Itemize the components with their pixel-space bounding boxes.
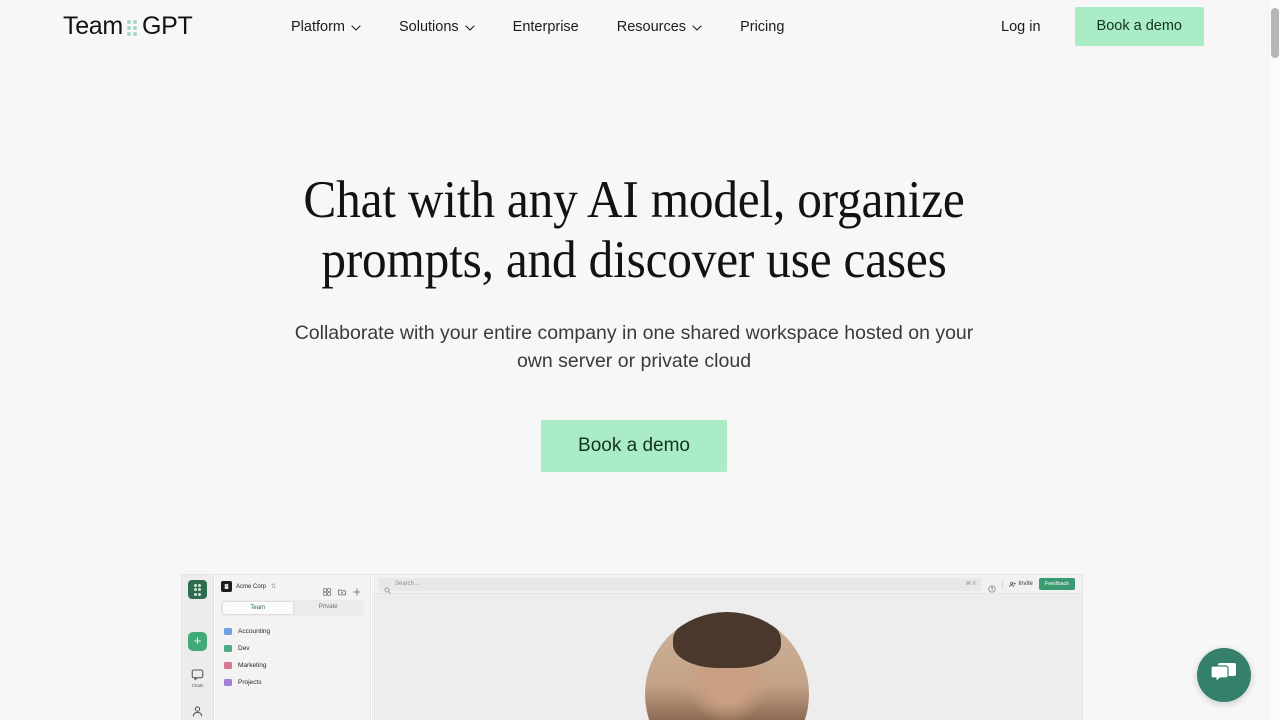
- person-icon: [191, 705, 204, 718]
- rail-item-people[interactable]: [191, 705, 204, 718]
- hero-subtitle: Collaborate with your entire company in …: [254, 319, 1014, 375]
- avatar-hair: [672, 612, 782, 668]
- rail-new-chat-button[interactable]: +: [188, 632, 207, 651]
- search-shortcut: ⌘ K: [965, 581, 977, 587]
- nav-item-resources[interactable]: Resources: [598, 0, 721, 53]
- book-demo-button-hero[interactable]: Book a demo: [541, 420, 727, 472]
- folder-icon: [224, 645, 232, 652]
- search-icon: [384, 581, 391, 594]
- search-placeholder: Search...: [395, 581, 420, 587]
- book-demo-button-header[interactable]: Book a demo: [1074, 7, 1204, 46]
- folder-item-marketing[interactable]: Marketing: [215, 657, 370, 674]
- invite-button[interactable]: Invite: [1008, 581, 1033, 588]
- search-input[interactable]: Search... ⌘ K: [379, 577, 982, 594]
- main-nav: Platform Solutions Enterprise Resources …: [272, 0, 803, 53]
- login-link[interactable]: Log in: [983, 19, 1059, 35]
- nav-label: Pricing: [740, 18, 785, 35]
- workspace-name: Acme Corp: [236, 583, 267, 590]
- video-avatar[interactable]: [645, 612, 809, 720]
- nav-item-solutions[interactable]: Solutions: [380, 0, 494, 53]
- nav-label: Platform: [291, 18, 345, 35]
- workspace-tools: [323, 583, 364, 596]
- hero-subtitle-line1: Collaborate with your entire company in …: [294, 322, 974, 344]
- folder-list: Accounting Dev Marketing Projects: [215, 623, 370, 691]
- nav-label: Resources: [616, 18, 687, 35]
- scrollbar-thumb[interactable]: [1271, 8, 1279, 58]
- folder-icon: [224, 679, 232, 686]
- tab-team[interactable]: Team: [222, 601, 294, 615]
- page-title-line1: Chat with any AI model, organize: [303, 171, 965, 229]
- nav-item-enterprise[interactable]: Enterprise: [494, 0, 598, 53]
- folder-label: Dev: [238, 645, 250, 652]
- building-icon: [221, 581, 232, 592]
- nav-item-platform[interactable]: Platform: [272, 0, 380, 53]
- page-title-line2: prompts, and discover use cases: [321, 231, 947, 289]
- folder-label: Projects: [238, 679, 262, 686]
- folder-label: Marketing: [238, 662, 267, 669]
- page-scrollbar[interactable]: [1268, 0, 1280, 720]
- folder-item-accounting[interactable]: Accounting: [215, 623, 370, 640]
- chat-icon: [191, 668, 204, 681]
- rail-item-label: Chats: [191, 682, 204, 688]
- folder-item-dev[interactable]: Dev: [215, 640, 370, 657]
- product-screenshot: + Chats Acme Corp ⇅ Team Private Account…: [182, 575, 1082, 720]
- folder-label: Accounting: [238, 628, 271, 635]
- tab-private[interactable]: Private: [294, 601, 364, 615]
- nav-label: Enterprise: [512, 18, 579, 35]
- plus-icon[interactable]: [353, 583, 361, 596]
- app-left-rail: + Chats: [182, 575, 214, 720]
- app-topbar-actions: Invite Feedback: [987, 578, 1075, 593]
- page-title: Chat with any AI model, organize prompts…: [44, 170, 1223, 290]
- logo[interactable]: Team GPT: [63, 12, 193, 41]
- app-topbar: Search... ⌘ K Invite Feedback: [372, 575, 1082, 594]
- folder-icon: [224, 628, 232, 635]
- video-content-area: [372, 594, 1082, 720]
- nav-item-pricing[interactable]: Pricing: [721, 0, 803, 53]
- chevron-updown-icon: ⇅: [271, 584, 277, 590]
- dot-grid-icon: [126, 19, 137, 36]
- hero-section: Chat with any AI model, organize prompts…: [0, 53, 1268, 472]
- logo-text-left: Team: [63, 12, 123, 40]
- hero-subtitle-line2: own server or private cloud: [516, 350, 752, 372]
- feedback-button[interactable]: Feedback: [1038, 578, 1075, 590]
- workspace-header[interactable]: Acme Corp ⇅: [215, 575, 370, 596]
- chat-bubbles-icon: [1210, 660, 1238, 691]
- app-main: Search... ⌘ K Invite Feedback: [372, 575, 1082, 720]
- rail-item-chats[interactable]: Chats: [191, 668, 204, 688]
- invite-label: Invite: [1018, 581, 1033, 587]
- header-actions: Log in Book a demo: [983, 0, 1204, 53]
- folder-item-projects[interactable]: Projects: [215, 674, 370, 691]
- chevron-down-icon: [692, 24, 702, 31]
- folder-add-icon[interactable]: [338, 583, 346, 595]
- app-sidebar: Acme Corp ⇅ Team Private Accounting Dev …: [215, 575, 371, 720]
- nav-label: Solutions: [399, 18, 459, 35]
- chevron-down-icon: [465, 24, 475, 31]
- chat-widget-button[interactable]: [1197, 648, 1251, 702]
- divider: [1001, 579, 1003, 589]
- grid-add-icon[interactable]: [323, 583, 331, 596]
- sidebar-tabs: Team Private: [221, 600, 364, 616]
- logo-text-right: GPT: [141, 12, 193, 40]
- person-add-icon: [1008, 581, 1016, 588]
- question-circle-icon[interactable]: [987, 580, 996, 593]
- rail-logo-tile[interactable]: [188, 580, 207, 599]
- site-header: Team GPT Platform Solutions Enterprise R…: [0, 0, 1268, 53]
- chevron-down-icon: [351, 24, 361, 31]
- folder-icon: [224, 662, 232, 669]
